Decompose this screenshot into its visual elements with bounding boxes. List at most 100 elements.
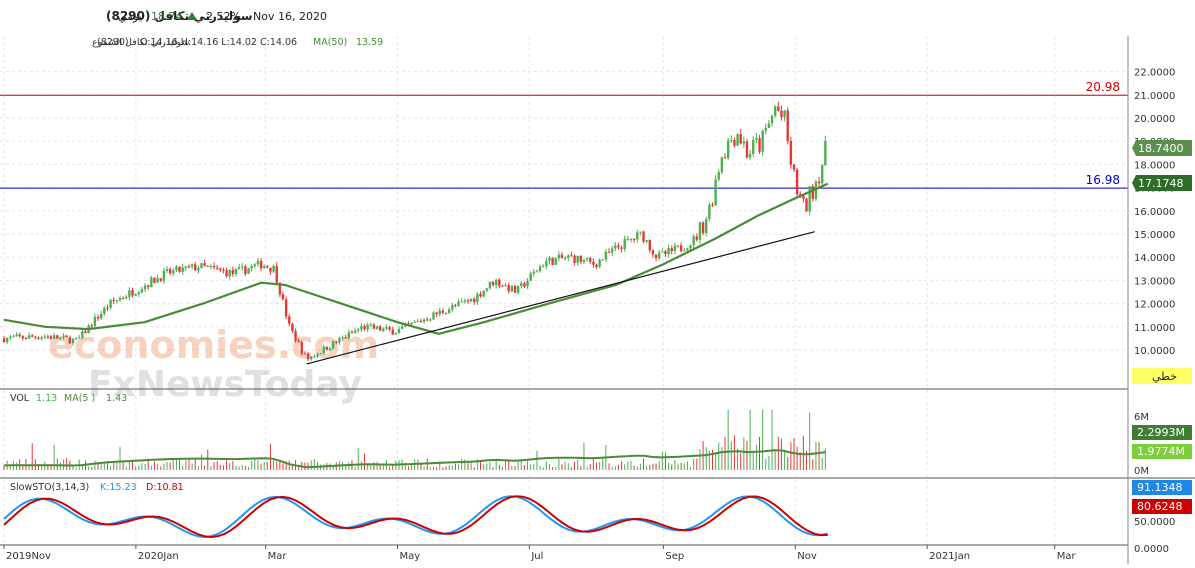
candle-body bbox=[325, 346, 329, 351]
candle bbox=[773, 104, 777, 118]
candle bbox=[642, 230, 645, 244]
candle-body bbox=[739, 134, 742, 144]
candle-body bbox=[197, 268, 200, 271]
candle-body bbox=[789, 140, 793, 165]
candle bbox=[789, 136, 793, 169]
candle-body bbox=[764, 128, 767, 131]
candle-body bbox=[657, 252, 661, 259]
candle-body bbox=[607, 251, 611, 253]
candle-body bbox=[162, 270, 166, 281]
candle-body bbox=[46, 336, 50, 338]
candle-body bbox=[275, 266, 278, 283]
candle-body bbox=[131, 290, 134, 296]
candle-body bbox=[595, 264, 598, 267]
candle-body bbox=[5, 337, 9, 343]
candle-body bbox=[147, 285, 150, 288]
ma-badge-text: 17.1748 bbox=[1138, 177, 1184, 190]
candle-body bbox=[357, 329, 360, 331]
candle-body bbox=[225, 270, 228, 277]
candle-body bbox=[322, 346, 325, 354]
candle-body bbox=[689, 244, 692, 249]
candle-body bbox=[297, 340, 300, 343]
candle-body bbox=[523, 283, 526, 287]
candle-body bbox=[34, 336, 37, 338]
candle-body bbox=[469, 298, 473, 302]
vol-ma-label: MA(5 ) bbox=[64, 393, 95, 404]
candle-body bbox=[62, 335, 65, 338]
candle-body bbox=[463, 300, 467, 302]
candle-body bbox=[165, 268, 169, 271]
candle-body bbox=[507, 285, 510, 292]
candle-body bbox=[247, 268, 250, 274]
vol-badge: 2.2993M bbox=[1132, 425, 1192, 440]
line-type-badge[interactable]: خطي bbox=[1132, 368, 1192, 384]
candle-body bbox=[811, 186, 815, 199]
price-tick-label: 12.0000 bbox=[1134, 300, 1175, 311]
candle-body bbox=[620, 247, 623, 249]
chart-canvas[interactable]: economies.com FxNewsToday سوليدرتي تكافل… bbox=[0, 0, 1195, 564]
candle bbox=[736, 133, 739, 147]
candle-body bbox=[777, 106, 780, 111]
candle-body bbox=[206, 265, 209, 267]
candle-body bbox=[567, 255, 570, 258]
candle-body bbox=[701, 222, 705, 234]
line-type-text: خطي bbox=[1152, 370, 1177, 383]
change-percent: 2.52% bbox=[206, 10, 241, 23]
candle-body bbox=[181, 267, 184, 272]
price-tick-label: 22.0000 bbox=[1134, 68, 1175, 79]
candle-body bbox=[250, 266, 253, 269]
candle-body bbox=[112, 299, 115, 302]
candle bbox=[482, 290, 485, 298]
candle-body bbox=[532, 271, 535, 274]
candle-body bbox=[720, 157, 724, 173]
stoch-d-badge-text: 80.6248 bbox=[1137, 500, 1183, 513]
candle-body bbox=[498, 279, 501, 286]
candle-body bbox=[651, 250, 655, 255]
candle-body bbox=[761, 130, 764, 152]
candle-body bbox=[645, 240, 648, 242]
candle-body bbox=[520, 283, 523, 287]
stoch-k-badge-text: 91.1348 bbox=[1137, 481, 1183, 494]
candle-body bbox=[679, 245, 683, 252]
candle bbox=[726, 137, 730, 161]
candle-body bbox=[780, 110, 783, 118]
candle-body bbox=[109, 299, 112, 308]
candle-body bbox=[184, 266, 188, 268]
candle-body bbox=[510, 285, 514, 292]
candle-body bbox=[708, 204, 711, 220]
candle-body bbox=[488, 281, 492, 289]
candle-body bbox=[27, 335, 31, 339]
candle-body bbox=[81, 331, 84, 338]
vol-tick-0m: 0M bbox=[1134, 466, 1149, 477]
candle-body bbox=[375, 326, 379, 329]
candle-body bbox=[736, 134, 739, 146]
candle-body bbox=[18, 334, 21, 337]
candle-body bbox=[410, 322, 413, 325]
ma-badge: 17.1748 bbox=[1132, 175, 1192, 191]
candle-body bbox=[2, 338, 6, 343]
candle-body bbox=[670, 248, 673, 252]
candle bbox=[325, 346, 329, 351]
candle-body bbox=[262, 266, 266, 269]
candle-body bbox=[758, 138, 761, 152]
candle-body bbox=[636, 232, 639, 240]
support-label: 16.98 bbox=[1086, 173, 1120, 187]
candle-body bbox=[717, 172, 720, 180]
candle-body bbox=[385, 327, 388, 329]
candle-body bbox=[730, 139, 733, 141]
candle-body bbox=[661, 251, 664, 253]
candle-body bbox=[535, 271, 539, 273]
candle-body bbox=[306, 353, 310, 360]
candle-body bbox=[648, 240, 651, 251]
candle-body bbox=[9, 336, 12, 338]
candle-body bbox=[294, 331, 297, 341]
candle-body bbox=[335, 341, 338, 343]
candle-body bbox=[24, 338, 28, 340]
candle-body bbox=[773, 106, 777, 116]
candle-body bbox=[755, 138, 758, 140]
period-label[interactable]: يومي bbox=[118, 10, 142, 23]
series-code: (8290) bbox=[97, 37, 129, 48]
candle-body bbox=[15, 334, 18, 337]
candle-body bbox=[454, 305, 457, 307]
candle-body bbox=[642, 231, 645, 242]
